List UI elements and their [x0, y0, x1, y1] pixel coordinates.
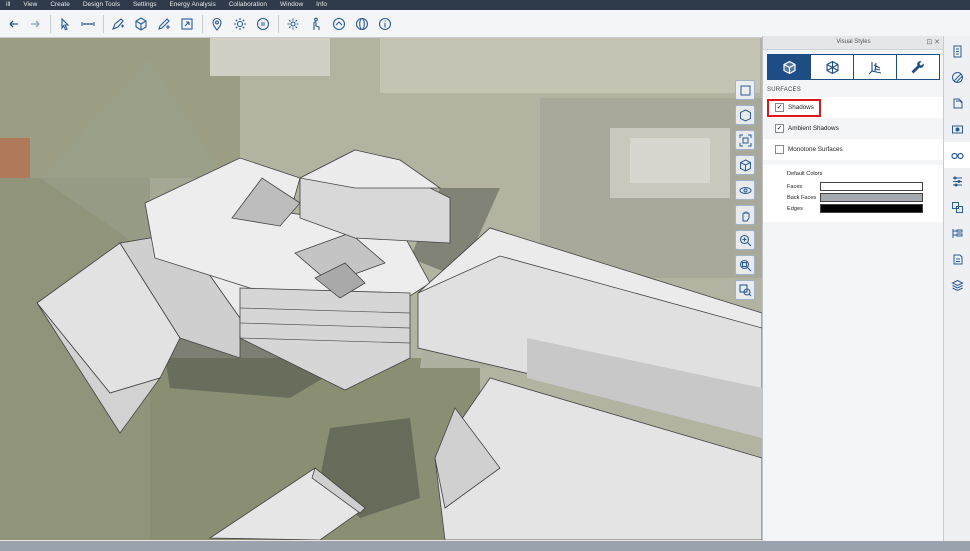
- wireframe-cube-icon: [825, 60, 839, 74]
- visual-styles-tabs: [767, 54, 940, 80]
- edit-solid-icon[interactable]: [155, 15, 173, 33]
- menu-energy-analysis[interactable]: Energy Analysis: [163, 0, 222, 10]
- scene-render: [0, 38, 762, 540]
- back-faces-label: Back Faces: [787, 194, 817, 201]
- visual-styles-panel: Visual Styles ⊡ ✕ SURFACES ✓ Shadows ✓ A…: [762, 36, 944, 541]
- axes-grid-icon: [868, 61, 881, 74]
- menu-collaboration[interactable]: Collaboration: [223, 0, 274, 10]
- aerial-rooftop: [380, 38, 760, 93]
- menu-view[interactable]: View: [17, 0, 44, 10]
- menu-create[interactable]: Create: [44, 0, 77, 10]
- zoom-extents-icon[interactable]: [735, 80, 755, 100]
- scene-settings-icon[interactable]: [944, 168, 970, 194]
- location-pin-icon[interactable]: [208, 15, 226, 33]
- tab-solid-cube[interactable]: [768, 55, 811, 79]
- tab-wireframe-cube[interactable]: [811, 55, 854, 79]
- right-panel-strip: [943, 36, 970, 541]
- back-faces-color-swatch[interactable]: [820, 193, 923, 202]
- shadows-option[interactable]: ✓ Shadows: [763, 97, 944, 118]
- panel-header: Visual Styles ⊡ ✕: [763, 36, 944, 50]
- visual-styles-glasses-icon[interactable]: [944, 142, 970, 168]
- edges-color-row: Edges: [787, 203, 944, 214]
- monotone-surfaces-checkbox[interactable]: [775, 145, 784, 154]
- aerial-roof-tile: [0, 138, 30, 178]
- materials-icon[interactable]: [944, 64, 970, 90]
- panel-window-controls[interactable]: ⊡ ✕: [926, 36, 940, 49]
- zoom-window-icon[interactable]: [735, 255, 755, 275]
- default-colors-group: Default Colors Faces Back Faces Edges: [763, 165, 944, 222]
- menu-design-tools[interactable]: Design Tools: [77, 0, 127, 10]
- info-icon[interactable]: [376, 15, 394, 33]
- back-faces-color-row: Back Faces: [787, 192, 944, 203]
- panel-title: Visual Styles: [836, 39, 871, 45]
- draw-pen-icon[interactable]: [109, 15, 127, 33]
- aerial-rooftop: [210, 38, 330, 76]
- menu-info[interactable]: Info: [310, 0, 334, 10]
- tab-wrench[interactable]: [897, 55, 939, 79]
- menu-file[interactable]: ill: [0, 0, 17, 10]
- measure-icon[interactable]: [79, 15, 97, 33]
- highlight-box: [767, 99, 821, 117]
- ambient-shadows-label: Ambient Shadows: [788, 125, 839, 132]
- default-colors-title: Default Colors: [787, 171, 823, 177]
- solid-cube-icon: [782, 60, 796, 74]
- settings-gear-icon[interactable]: [284, 15, 302, 33]
- aerial-rooftop: [630, 138, 710, 183]
- main-toolbar: [0, 10, 970, 38]
- pan-hand-icon[interactable]: [735, 205, 755, 225]
- 3d-viewport[interactable]: [0, 38, 762, 540]
- time-clock-icon[interactable]: [254, 15, 272, 33]
- globe-icon[interactable]: [353, 15, 371, 33]
- edges-color-swatch[interactable]: [820, 204, 923, 213]
- ambient-shadows-checkbox[interactable]: ✓: [775, 124, 784, 133]
- monotone-surfaces-option[interactable]: Monotone Surfaces: [763, 139, 944, 160]
- wrench-icon: [911, 60, 924, 73]
- fit-view-icon[interactable]: [735, 130, 755, 150]
- tab-axes-grid[interactable]: [854, 55, 897, 79]
- monotone-surfaces-label: Monotone Surfaces: [788, 146, 843, 153]
- zoom-in-icon[interactable]: [735, 230, 755, 250]
- toolbar-divider: [50, 14, 51, 33]
- solid-box-icon[interactable]: [132, 15, 150, 33]
- status-bar: [0, 541, 970, 551]
- perspective-icon[interactable]: [735, 155, 755, 175]
- toolbar-divider: [278, 14, 279, 33]
- properties-icon[interactable]: [944, 38, 970, 64]
- faces-color-row: Faces: [787, 181, 944, 192]
- menu-bar: ill View Create Design Tools Settings En…: [0, 0, 970, 10]
- toolbar-divider: [202, 14, 203, 33]
- toolbar-divider: [103, 14, 104, 33]
- sun-icon[interactable]: [231, 15, 249, 33]
- scene-photo-icon[interactable]: [944, 116, 970, 142]
- menu-settings[interactable]: Settings: [127, 0, 164, 10]
- stack-icon[interactable]: [944, 272, 970, 298]
- outliner-icon[interactable]: [944, 220, 970, 246]
- align-icon[interactable]: [178, 15, 196, 33]
- menu-window[interactable]: Window: [274, 0, 310, 10]
- zoom-region-icon[interactable]: [735, 280, 755, 300]
- faces-color-swatch[interactable]: [820, 182, 923, 191]
- redo-icon[interactable]: [26, 15, 44, 33]
- share-icon[interactable]: [330, 15, 348, 33]
- undo-icon[interactable]: [5, 15, 23, 33]
- ambient-shadows-option[interactable]: ✓ Ambient Shadows: [763, 118, 944, 139]
- navigation-toolbar: [735, 80, 755, 305]
- select-arrow-icon[interactable]: [56, 15, 74, 33]
- layers-icon[interactable]: [944, 90, 970, 116]
- assets-icon[interactable]: [944, 246, 970, 272]
- edges-label: Edges: [787, 205, 803, 212]
- faces-label: Faces: [787, 183, 803, 190]
- orbit-icon[interactable]: [735, 180, 755, 200]
- view-cube-icon[interactable]: [735, 105, 755, 125]
- components-icon[interactable]: [944, 194, 970, 220]
- energy-hand-icon[interactable]: [307, 15, 325, 33]
